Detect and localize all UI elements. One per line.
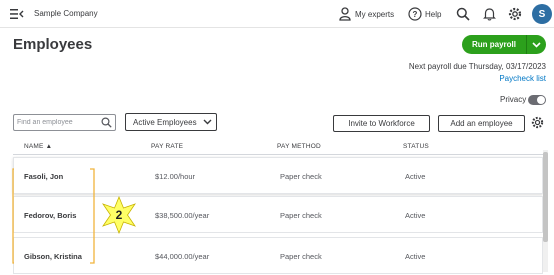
privacy-label: Privacy — [500, 95, 527, 104]
gear-icon — [508, 7, 522, 21]
pay-method: Paper check — [280, 211, 322, 220]
pay-rate: $12.00/hour — [155, 172, 196, 181]
run-payroll-dropdown[interactable] — [526, 35, 546, 54]
help-button[interactable]: ? Help — [408, 5, 441, 23]
pay-method: Paper check — [280, 172, 322, 181]
status: Active — [405, 252, 426, 261]
column-header-pay-method[interactable]: PAY METHOD — [277, 143, 321, 150]
search-button[interactable] — [454, 5, 472, 23]
toggle-knob — [537, 96, 545, 104]
header-divider — [13, 154, 543, 155]
help-icon: ? — [408, 7, 422, 21]
svg-text:?: ? — [413, 10, 418, 19]
pay-method: Paper check — [280, 252, 322, 261]
status: Active — [405, 172, 426, 181]
paycheck-list-link[interactable]: Paycheck list — [499, 74, 546, 83]
filter-label: Active Employees — [133, 117, 197, 127]
chevron-down-icon — [203, 119, 212, 125]
annotation-callout-number: 2 — [115, 208, 123, 222]
run-payroll-split-button: Run payroll — [462, 35, 546, 54]
column-header-pay-rate[interactable]: PAY RATE — [151, 143, 183, 150]
add-employee-button[interactable]: Add an employee — [438, 115, 525, 132]
search-icon — [456, 7, 470, 21]
scrollbar-thumb[interactable] — [543, 152, 548, 242]
status: Active — [405, 211, 426, 220]
table-scrollbar[interactable] — [543, 150, 548, 272]
my-experts-button[interactable]: My experts — [339, 5, 394, 23]
bell-icon — [482, 8, 496, 21]
employee-search — [13, 114, 116, 131]
next-payroll-due: Next payroll due Thursday, 03/17/2023 — [408, 62, 546, 71]
pay-rate: $38,500.00/year — [155, 211, 210, 220]
privacy-toggle[interactable] — [528, 95, 546, 105]
person-icon — [339, 7, 351, 21]
top-bar: Sample Company My experts ? Help S — [0, 0, 554, 28]
column-header-name[interactable]: NAME ▲ — [24, 143, 52, 150]
invite-to-workforce-button[interactable]: Invite to Workforce — [333, 115, 430, 132]
chevron-down-icon — [532, 41, 541, 48]
help-label: Help — [425, 9, 442, 19]
annotation-bracket — [12, 168, 95, 264]
search-icon — [101, 117, 112, 128]
page-title: Employees — [13, 36, 93, 53]
column-header-status[interactable]: STATUS — [403, 143, 429, 150]
search-input[interactable] — [17, 116, 99, 129]
collapse-menu-icon[interactable] — [10, 8, 24, 20]
table-settings-icon[interactable] — [531, 116, 544, 129]
run-payroll-button[interactable]: Run payroll — [462, 35, 526, 54]
employee-status-dropdown[interactable]: Active Employees — [125, 113, 217, 131]
notifications-button[interactable] — [480, 5, 498, 23]
my-experts-label: My experts — [355, 9, 395, 19]
user-avatar[interactable]: S — [532, 4, 552, 24]
settings-button[interactable] — [506, 5, 524, 23]
company-name: Sample Company — [34, 9, 98, 18]
pay-rate: $44,000.00/year — [155, 252, 210, 261]
